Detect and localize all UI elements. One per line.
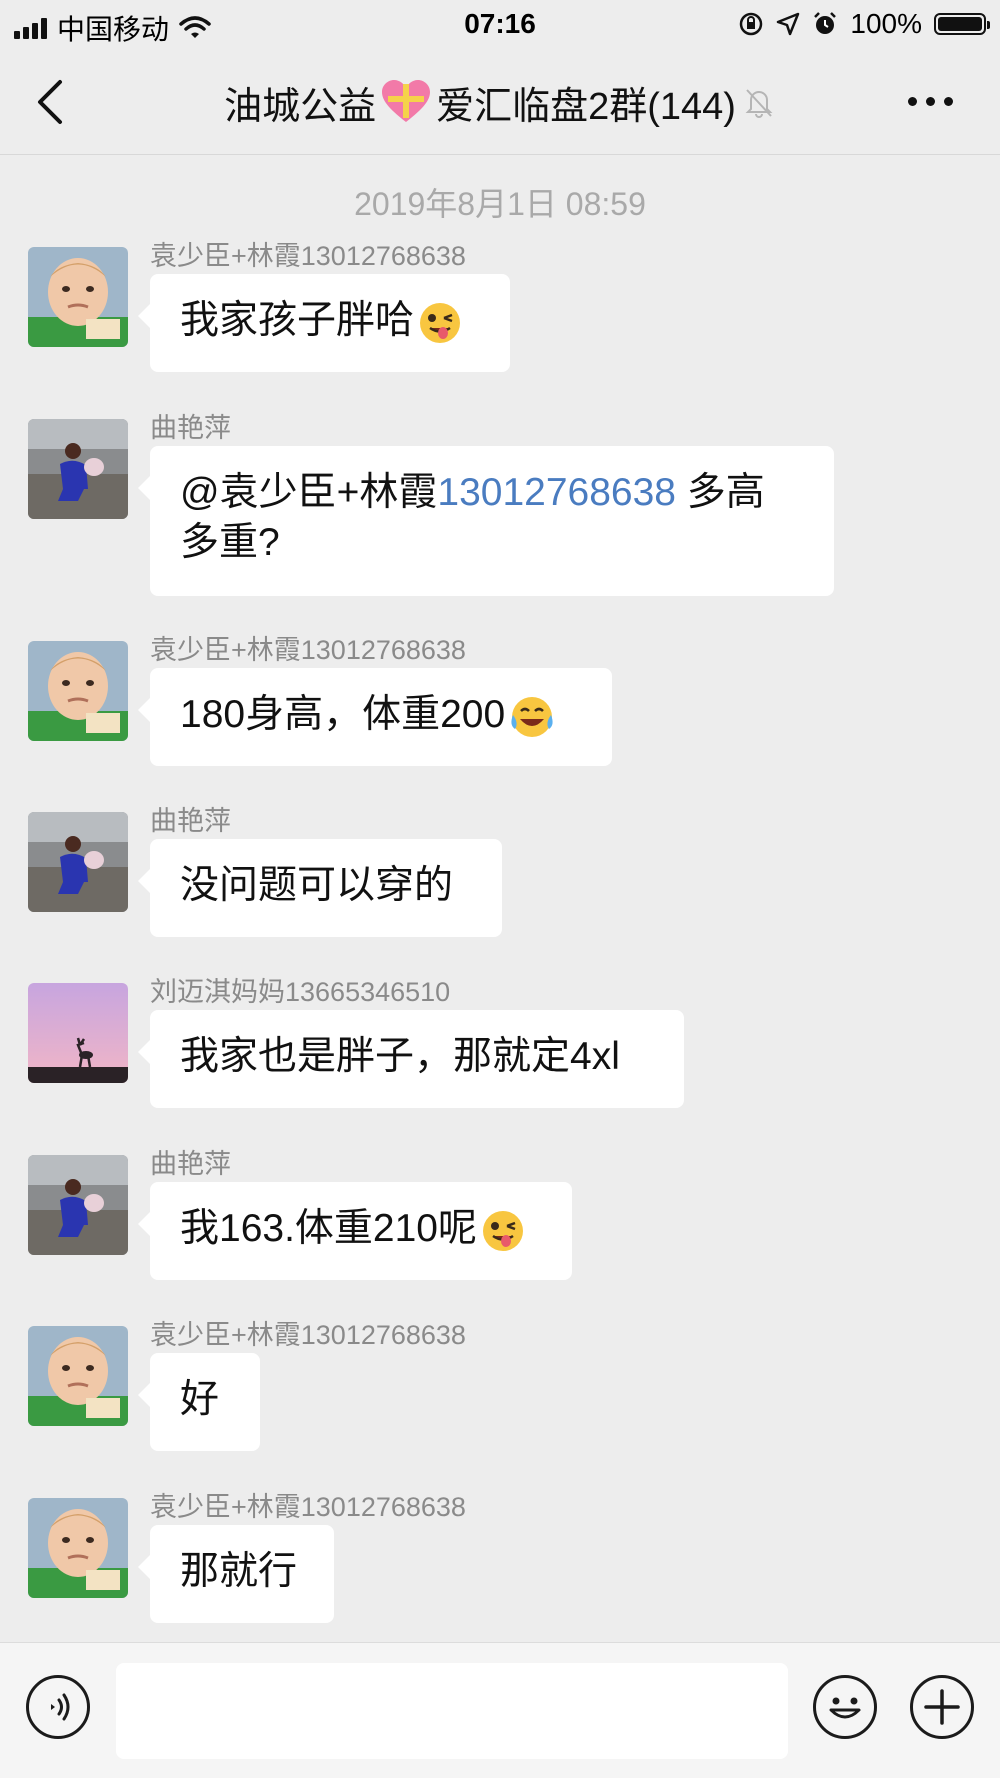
message-bubble[interactable]: 我家孩子胖哈 xyxy=(138,274,510,372)
orientation-lock-icon xyxy=(740,12,763,36)
deer-sunset-avatar-icon xyxy=(28,983,128,1083)
baby-avatar-icon xyxy=(28,1326,128,1426)
sender-name: 曲艳萍 xyxy=(150,806,231,836)
group-title-suffix: 爱汇临盘2群(144) xyxy=(436,85,736,128)
chat-area[interactable]: 2019年8月1日 08:59 袁少臣+林霞13012768638 我家孩子胖哈 xyxy=(0,155,1000,1643)
avatar[interactable] xyxy=(28,641,128,741)
message-text: 我家孩子胖哈 xyxy=(180,299,415,342)
battery-label: 100% xyxy=(850,8,922,39)
dot-icon xyxy=(943,96,953,106)
sender-name: 曲艳萍 xyxy=(150,1149,231,1179)
group-title-prefix: 油城公益 xyxy=(224,85,377,128)
message-bubble[interactable]: 好 xyxy=(138,1353,260,1451)
message-item: 袁少臣+林霞13012768638 那就行 xyxy=(28,1492,928,1623)
message-text: 没问题可以穿的 xyxy=(180,864,454,907)
message-bubble[interactable]: @袁少臣+林霞13012768638 多高多重? xyxy=(138,446,834,596)
avatar[interactable] xyxy=(28,1155,128,1255)
sender-name: 袁少臣+林霞13012768638 xyxy=(150,1492,466,1522)
status-bar: 中国移动 07:16 100% xyxy=(0,0,1000,50)
message-item: 袁少臣+林霞13012768638 180身高，体重200 xyxy=(28,635,928,766)
message-text: 我163.体重210呢 xyxy=(180,1207,477,1250)
alarm-icon xyxy=(814,12,837,34)
back-button[interactable] xyxy=(30,72,80,132)
message-bubble[interactable]: 180身高，体重200 xyxy=(138,668,612,766)
mention-prefix: @袁少臣+林霞 xyxy=(180,471,438,514)
avatar[interactable] xyxy=(28,812,128,912)
avatar[interactable] xyxy=(28,983,128,1083)
message-text: 180身高，体重200 xyxy=(180,693,506,736)
baby-avatar-icon xyxy=(28,641,128,741)
winking-tongue-emoji-icon xyxy=(482,1210,523,1251)
heart-gift-emoji-icon xyxy=(382,80,431,122)
input-bar xyxy=(0,1642,1000,1778)
message-text: 我家也是胖子，那就定4xl xyxy=(180,1035,620,1078)
chat-timestamp: 2019年8月1日 08:59 xyxy=(354,186,646,222)
sender-name: 袁少臣+林霞13012768638 xyxy=(150,635,466,665)
message-bubble[interactable]: 我163.体重210呢 xyxy=(138,1182,572,1280)
avatar[interactable] xyxy=(28,1498,128,1598)
woman-beach-avatar-icon xyxy=(28,812,128,912)
muted-bell-icon xyxy=(745,89,773,118)
sender-name: 袁少臣+林霞13012768638 xyxy=(150,241,466,271)
message-text: 那就行 xyxy=(180,1550,298,1593)
battery-icon xyxy=(934,13,990,35)
status-right: 100% xyxy=(738,8,990,40)
message-bubble[interactable]: 那就行 xyxy=(138,1525,334,1623)
message-item: 曲艳萍 我163.体重210呢 xyxy=(28,1149,928,1280)
voice-input-button[interactable] xyxy=(26,1675,90,1739)
chevron-left-icon xyxy=(38,80,62,124)
sender-name: 曲艳萍 xyxy=(150,413,231,443)
plus-icon xyxy=(924,1689,960,1725)
voice-icon xyxy=(51,1693,70,1721)
sender-name: 刘迈淇妈妈13665346510 xyxy=(150,977,451,1007)
dot-icon xyxy=(907,96,917,106)
message-text: 好 xyxy=(180,1378,220,1421)
more-options-button[interactable] xyxy=(900,86,960,116)
more-functions-button[interactable] xyxy=(910,1675,974,1739)
message-item: 曲艳萍 没问题可以穿的 xyxy=(28,806,928,937)
message-item: 刘迈淇妈妈13665346510 我家也是胖子，那就定4xl xyxy=(28,977,928,1108)
crying-laughing-emoji-icon xyxy=(511,696,553,737)
baby-avatar-icon xyxy=(28,1498,128,1598)
message-item: 曲艳萍 @袁少臣+林霞13012768638 多高多重? xyxy=(28,413,928,596)
avatar[interactable] xyxy=(28,419,128,519)
woman-beach-avatar-icon xyxy=(28,1155,128,1255)
nav-bar: 油城公益 爱汇临盘2群(144) xyxy=(0,50,1000,155)
message-bubble[interactable]: 没问题可以穿的 xyxy=(138,839,502,937)
avatar[interactable] xyxy=(28,247,128,347)
message-item: 袁少臣+林霞13012768638 好 xyxy=(28,1320,928,1451)
message-item: 袁少臣+林霞13012768638 我家孩子胖哈 xyxy=(28,241,928,372)
mention-phone-link[interactable]: 13012768638 xyxy=(437,471,676,514)
message-input[interactable] xyxy=(116,1663,788,1759)
group-title: 油城公益 爱汇临盘2群(144) xyxy=(150,74,850,130)
woman-beach-avatar-icon xyxy=(28,419,128,519)
smile-icon xyxy=(829,1697,861,1719)
dot-icon xyxy=(925,96,935,106)
winking-tongue-emoji-icon xyxy=(420,302,461,343)
avatar[interactable] xyxy=(28,1326,128,1426)
message-bubble[interactable]: 我家也是胖子，那就定4xl xyxy=(138,1010,684,1108)
message-text: 多高 xyxy=(675,471,765,514)
message-text-line2: 多重? xyxy=(180,521,280,564)
sender-name: 袁少臣+林霞13012768638 xyxy=(150,1320,466,1350)
baby-avatar-icon xyxy=(28,247,128,347)
emoji-button[interactable] xyxy=(813,1675,877,1739)
location-icon xyxy=(777,12,800,36)
